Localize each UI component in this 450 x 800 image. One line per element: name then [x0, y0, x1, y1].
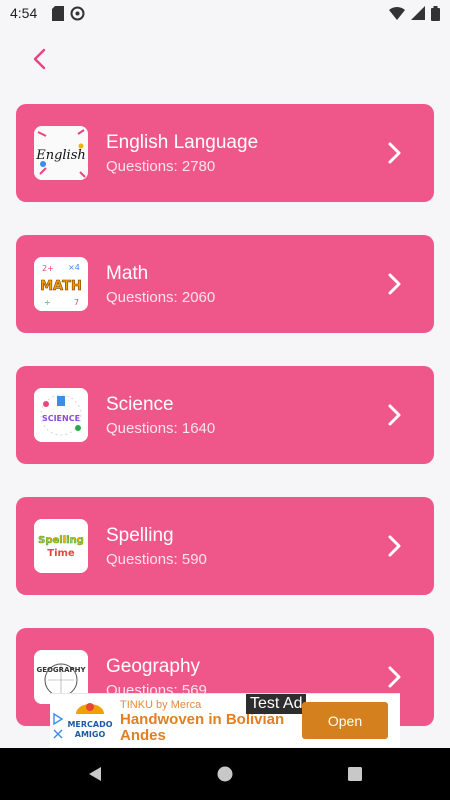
- question-count: Questions: 2060: [106, 289, 216, 306]
- sync-icon: [70, 6, 85, 26]
- recents-nav-icon[interactable]: [346, 765, 364, 783]
- ad-headline: Handwoven in Bolivian Andes: [120, 711, 285, 744]
- chevron-right-icon: [384, 665, 406, 689]
- question-count: Questions: 1640: [106, 420, 216, 437]
- svg-text:MERCADO: MERCADO: [67, 720, 112, 729]
- ad-banner[interactable]: MERCADO AMIGO TINKU by Merca Handwoven i…: [50, 693, 400, 747]
- sd-card-icon: [52, 6, 64, 26]
- svg-text:2+: 2+: [42, 264, 54, 273]
- back-nav-icon[interactable]: [86, 765, 104, 783]
- svg-text:×4: ×4: [68, 263, 80, 272]
- question-count: Questions: 2780: [106, 158, 216, 175]
- svg-text:Time: Time: [47, 548, 75, 559]
- category-card-spelling[interactable]: Spelling Time Spelling Questions: 590: [16, 497, 434, 595]
- ad-brand: TINKU by Merca: [120, 699, 202, 711]
- svg-text:÷: ÷: [44, 298, 51, 307]
- question-count: Questions: 590: [106, 551, 207, 568]
- svg-text:Spelling: Spelling: [38, 535, 84, 546]
- category-title: Spelling: [106, 525, 174, 546]
- category-title: Science: [106, 394, 174, 415]
- chevron-right-icon: [384, 141, 406, 165]
- english-thumbnail: English: [34, 126, 88, 180]
- chevron-right-icon: [384, 272, 406, 296]
- science-thumbnail: SCIENCE: [34, 388, 88, 442]
- svg-text:English: English: [35, 148, 86, 163]
- category-card-math[interactable]: 2+ ×4 MATH ÷ 7 Math Questions: 2060: [16, 235, 434, 333]
- navigation-bar: [0, 748, 450, 800]
- category-title: Math: [106, 263, 149, 284]
- chevron-right-icon: [384, 534, 406, 558]
- svg-text:AMIGO: AMIGO: [75, 730, 106, 739]
- chevron-right-icon: [384, 403, 406, 427]
- category-title: English Language: [106, 132, 259, 153]
- ad-choices-icon[interactable]: [52, 712, 64, 747]
- chevron-left-icon: [32, 48, 46, 75]
- mercado-amigo-logo: MERCADO AMIGO: [66, 698, 114, 744]
- home-nav-icon[interactable]: [216, 765, 234, 783]
- math-thumbnail: 2+ ×4 MATH ÷ 7: [34, 257, 88, 311]
- svg-text:GEOGRAPHY: GEOGRAPHY: [36, 666, 86, 674]
- svg-text:MATH: MATH: [40, 279, 82, 294]
- signal-icon: [411, 6, 425, 26]
- spelling-thumbnail: Spelling Time: [34, 519, 88, 573]
- status-time: 4:54: [10, 5, 38, 21]
- status-bar: 4:54: [0, 0, 450, 28]
- battery-icon: [431, 6, 440, 26]
- wifi-icon: [389, 6, 405, 26]
- back-button[interactable]: [24, 46, 54, 76]
- category-card-english[interactable]: English English Language Questions: 2780: [16, 104, 434, 202]
- svg-text:SCIENCE: SCIENCE: [42, 414, 80, 423]
- ad-open-button[interactable]: Open: [302, 702, 388, 739]
- test-ad-label: Test Ad: [246, 694, 307, 714]
- category-card-science[interactable]: SCIENCE Science Questions: 1640: [16, 366, 434, 464]
- svg-text:7: 7: [74, 298, 79, 307]
- category-title: Geography: [106, 656, 201, 677]
